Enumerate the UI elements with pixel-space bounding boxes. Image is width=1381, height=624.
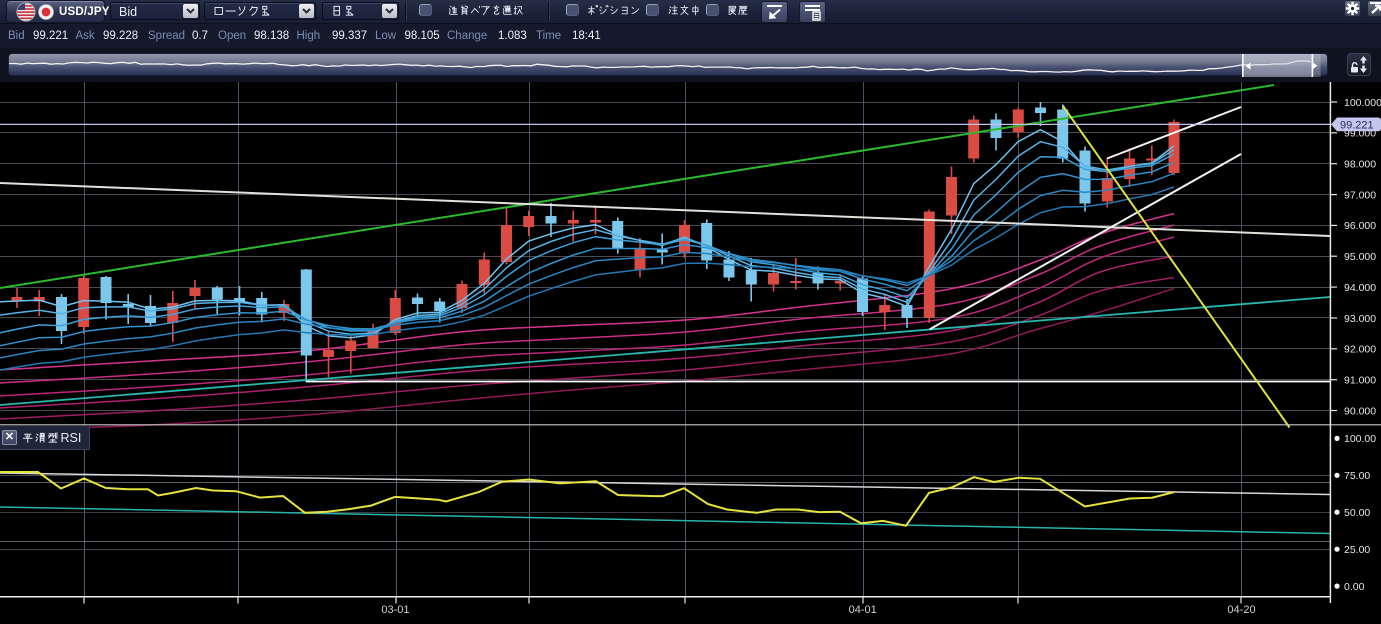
svg-text:75.00: 75.00 [1344,470,1370,482]
svg-text:94.000: 94.000 [1344,282,1376,294]
svg-text:97.000: 97.000 [1344,189,1376,201]
svg-text:04-20: 04-20 [1227,604,1255,616]
svg-text:93.000: 93.000 [1344,313,1376,325]
svg-text:0.00: 0.00 [1344,581,1365,593]
svg-text:91.000: 91.000 [1344,375,1376,387]
svg-text:99.221: 99.221 [1340,119,1374,131]
svg-text:90.000: 90.000 [1344,405,1376,417]
svg-text:100.00: 100.00 [1344,433,1376,445]
svg-text:04-01: 04-01 [849,604,877,616]
svg-text:100.000: 100.000 [1344,97,1381,109]
svg-text:25.00: 25.00 [1344,544,1370,556]
svg-text:03-01: 03-01 [381,604,409,616]
svg-text:92.000: 92.000 [1344,344,1376,356]
svg-text:96.000: 96.000 [1344,220,1376,232]
svg-text:95.000: 95.000 [1344,251,1376,263]
svg-text:50.00: 50.00 [1344,507,1370,519]
svg-text:98.000: 98.000 [1344,159,1376,171]
